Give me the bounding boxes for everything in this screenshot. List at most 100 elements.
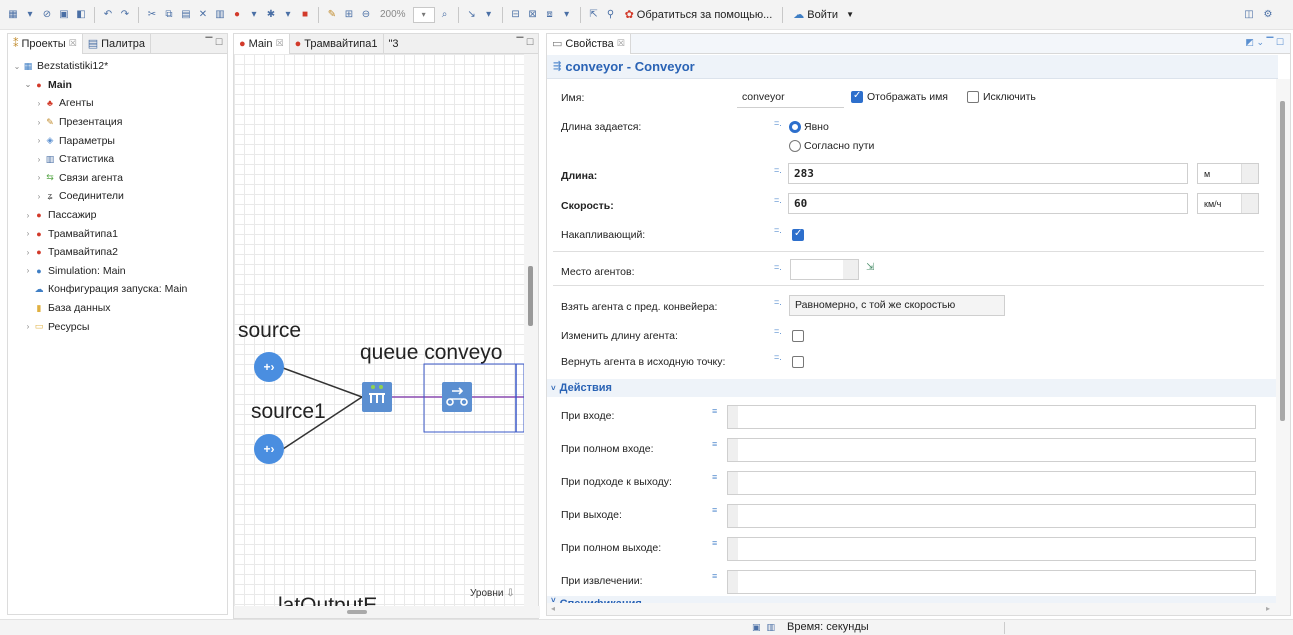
view-menu-icon[interactable]: ◩ ⌄ ▔ ☐ bbox=[1245, 37, 1284, 48]
grid-icon[interactable]: ⊠ bbox=[526, 8, 540, 22]
login-button[interactable]: ☁ Войти ▼ bbox=[793, 8, 854, 22]
return-agent-checkbox[interactable] bbox=[792, 356, 804, 368]
exclude-checkbox[interactable] bbox=[967, 91, 979, 103]
properties-horizontal-scrollbar[interactable]: ◂ ▸ bbox=[547, 603, 1290, 615]
tab-overflow[interactable]: "3 bbox=[384, 34, 404, 54]
dropdown-icon[interactable]: ▾ bbox=[281, 8, 295, 22]
static-value-icon[interactable]: =. bbox=[774, 165, 782, 175]
agent-place-dropdown[interactable] bbox=[843, 260, 858, 279]
length-unit-select[interactable]: м bbox=[1197, 163, 1259, 184]
scroll-left-icon[interactable]: ◂ bbox=[551, 604, 555, 613]
dropdown-icon[interactable]: ▾ bbox=[560, 8, 574, 22]
new-model-icon[interactable]: ▦ bbox=[6, 8, 20, 22]
dropdown-icon[interactable]: ▾ bbox=[247, 8, 261, 22]
scroll-thumb[interactable] bbox=[528, 266, 533, 326]
action-code-field[interactable] bbox=[727, 471, 1256, 495]
dropdown-icon[interactable]: ▾ bbox=[23, 8, 37, 22]
tree-item[interactable]: › ◈ Параметры bbox=[8, 131, 227, 150]
connector-icon[interactable]: ↘ bbox=[465, 8, 479, 22]
static-value-icon[interactable]: =. bbox=[774, 262, 782, 272]
close-icon[interactable]: ☒ bbox=[617, 38, 625, 49]
delete-icon[interactable]: ✕ bbox=[196, 8, 210, 22]
length-field[interactable]: 283 bbox=[788, 163, 1188, 184]
expand-arrow-icon[interactable]: › bbox=[23, 211, 33, 220]
length-path-radio[interactable] bbox=[789, 140, 801, 152]
align-icon[interactable]: ⊟ bbox=[509, 8, 523, 22]
minimize-maximize-icon[interactable]: ▔ ☐ bbox=[517, 37, 535, 48]
build-icon[interactable]: ▥ bbox=[213, 8, 227, 22]
scroll-thumb[interactable] bbox=[347, 610, 367, 614]
tree-item[interactable]: › ✎ Презентация bbox=[8, 113, 227, 132]
code-field-icon[interactable]: ≡ bbox=[712, 472, 717, 482]
layout-icon[interactable]: ⧈ bbox=[543, 8, 557, 22]
show-name-checkbox[interactable] bbox=[851, 90, 863, 103]
zoom-combo[interactable]: ▾ bbox=[412, 6, 435, 23]
paste-icon[interactable]: ▤ bbox=[179, 8, 193, 22]
static-value-icon[interactable]: =. bbox=[774, 195, 782, 205]
copy-icon[interactable]: ⧉ bbox=[162, 8, 176, 22]
source1-block[interactable]: +› bbox=[254, 434, 284, 464]
redo-icon[interactable]: ↷ bbox=[118, 8, 132, 22]
speed-field[interactable]: 60 bbox=[788, 193, 1188, 214]
properties-vertical-scrollbar[interactable] bbox=[1276, 79, 1290, 604]
expand-arrow-icon[interactable]: ⌄ bbox=[12, 62, 22, 71]
pointer-icon[interactable]: ⇱ bbox=[587, 8, 601, 22]
static-value-icon[interactable]: =. bbox=[774, 297, 782, 307]
expand-arrow-icon[interactable]: › bbox=[34, 192, 44, 201]
tab-palette[interactable]: ▤ Палитра bbox=[83, 33, 151, 54]
expand-arrow-icon[interactable]: › bbox=[23, 248, 33, 257]
expand-arrow-icon[interactable]: › bbox=[34, 118, 44, 127]
expand-arrow-icon[interactable]: › bbox=[34, 136, 44, 145]
static-value-icon[interactable]: =. bbox=[774, 326, 782, 336]
tree-item[interactable]: › ʑ Соединители bbox=[8, 187, 227, 206]
take-agent-select[interactable]: Равномерно, с той же скоростью bbox=[789, 295, 1005, 316]
action-code-field[interactable] bbox=[727, 438, 1256, 462]
minimize-maximize-icon[interactable]: ▔ ☐ bbox=[206, 37, 224, 48]
tree-item[interactable]: › ● Пассажир bbox=[8, 206, 227, 225]
actions-section-header[interactable]: ˅ Действия bbox=[547, 379, 1278, 397]
tree-item[interactable]: › ▥ Статистика bbox=[8, 150, 227, 169]
close-icon[interactable]: ☒ bbox=[69, 38, 77, 49]
tree-item[interactable]: › ● Трамвайтипа1 bbox=[8, 224, 227, 243]
tree-item[interactable]: › ⇆ Связи агента bbox=[8, 169, 227, 188]
source-block[interactable]: +› bbox=[254, 352, 284, 382]
tree-item[interactable]: › ▭ Ресурсы bbox=[8, 317, 227, 336]
tree-item[interactable]: › ♣ Агенты bbox=[8, 94, 227, 113]
code-field-icon[interactable]: ≡ bbox=[712, 571, 717, 581]
static-value-icon[interactable]: =. bbox=[774, 225, 782, 235]
cut-icon[interactable]: ✂ bbox=[145, 8, 159, 22]
undo-icon[interactable]: ↶ bbox=[101, 8, 115, 22]
zoom-level[interactable]: 200% bbox=[380, 9, 406, 20]
tree-item[interactable]: › ● Simulation: Main bbox=[8, 262, 227, 281]
tree-item[interactable]: ▮ База данных bbox=[8, 299, 227, 318]
open-icon[interactable]: ⊘ bbox=[40, 8, 54, 22]
help-button[interactable]: ✿ Обратиться за помощью... bbox=[625, 8, 773, 22]
accumulating-checkbox[interactable] bbox=[792, 228, 804, 241]
name-field[interactable]: conveyor bbox=[737, 88, 844, 108]
expand-arrow-icon[interactable]: ⌄ bbox=[23, 80, 33, 89]
find-icon[interactable]: ⌕ bbox=[438, 8, 452, 22]
expand-arrow-icon[interactable]: › bbox=[23, 322, 33, 331]
save-icon[interactable]: ▣ bbox=[57, 8, 71, 22]
scroll-thumb[interactable] bbox=[1280, 101, 1285, 421]
tab-projects[interactable]: ⁑ Проекты ☒ bbox=[8, 33, 83, 54]
tree-item[interactable]: ☁ Конфигурация запуска: Main bbox=[8, 280, 227, 299]
scroll-right-icon[interactable]: ▸ bbox=[1266, 604, 1270, 613]
tab-properties[interactable]: ▭ Свойства ☒ bbox=[547, 34, 631, 54]
change-length-checkbox[interactable] bbox=[792, 330, 804, 342]
zoom-out-icon[interactable]: ⊖ bbox=[359, 8, 373, 22]
pencil-icon[interactable]: ✎ bbox=[325, 8, 339, 22]
perspective-icon[interactable]: ◫ bbox=[1242, 7, 1256, 21]
static-value-icon[interactable]: =. bbox=[774, 352, 782, 362]
close-icon[interactable]: ☒ bbox=[276, 38, 284, 49]
action-code-field[interactable] bbox=[727, 504, 1256, 528]
levels-button[interactable]: Уровни ⇩ bbox=[470, 588, 515, 599]
action-code-field[interactable] bbox=[727, 405, 1256, 429]
editor-vertical-scrollbar[interactable] bbox=[524, 54, 538, 608]
code-field-icon[interactable]: ≡ bbox=[712, 439, 717, 449]
tree-item[interactable]: ⌄ ● Main bbox=[8, 76, 227, 95]
expand-arrow-icon[interactable]: › bbox=[34, 155, 44, 164]
expand-arrow-icon[interactable]: › bbox=[34, 173, 44, 182]
expand-arrow-icon[interactable]: › bbox=[34, 99, 44, 108]
save-all-icon[interactable]: ◧ bbox=[74, 8, 88, 22]
